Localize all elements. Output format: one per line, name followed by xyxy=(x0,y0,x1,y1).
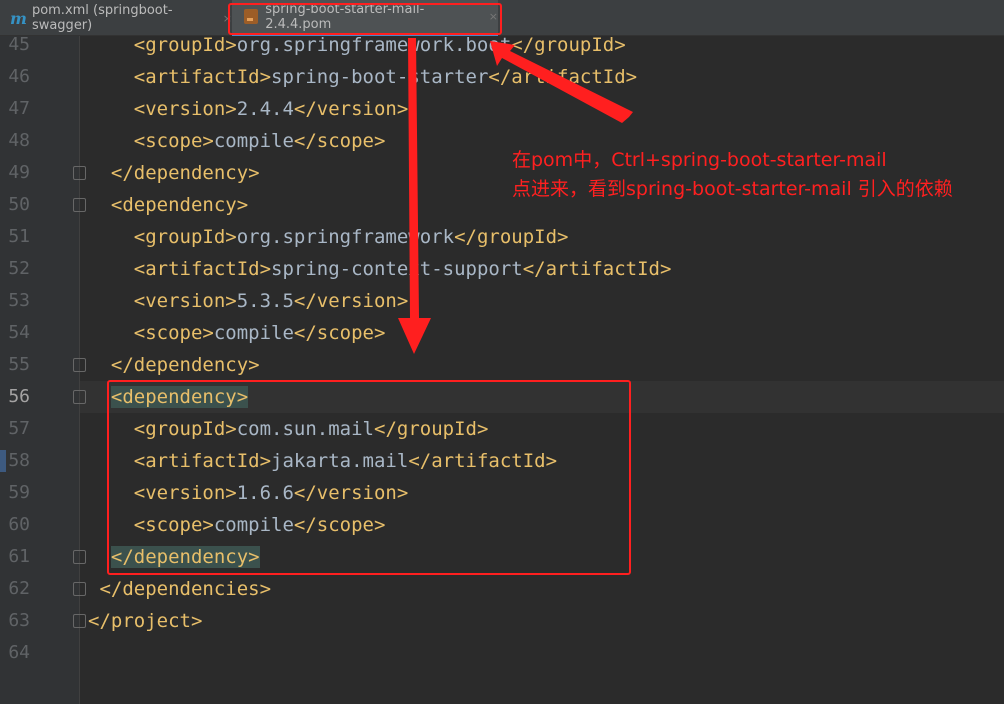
line-number: 51 xyxy=(8,226,30,247)
fold-marker-icon[interactable] xyxy=(73,198,86,212)
highlight-box-tab xyxy=(228,3,502,35)
xml-text xyxy=(88,34,134,56)
xml-text: compile xyxy=(213,322,294,344)
code-line[interactable]: 51 <groupId>org.springframework</groupId… xyxy=(0,221,1004,253)
line-number: 46 xyxy=(8,66,30,87)
xml-tag: <artifactId> xyxy=(133,258,272,280)
xml-tag: <scope> xyxy=(133,322,214,344)
xml-text: spring-context-support xyxy=(271,258,523,280)
xml-tag: <artifactId> xyxy=(133,66,272,88)
line-number: 47 xyxy=(8,98,30,119)
code-line[interactable]: 52 <artifactId>spring-context-support</a… xyxy=(0,253,1004,285)
line-number: 49 xyxy=(8,162,30,183)
xml-tag: </version> xyxy=(293,290,409,312)
xml-tag: </version> xyxy=(293,98,409,120)
xml-tag: </dependencies> xyxy=(99,578,272,600)
fold-marker-icon[interactable] xyxy=(73,358,86,372)
code-text: </dependency> xyxy=(88,349,260,381)
code-text: <scope>compile</scope> xyxy=(88,317,386,349)
xml-text: org.springframework.boot xyxy=(236,34,512,56)
xml-tag: <scope> xyxy=(133,130,214,152)
xml-tag: </dependency> xyxy=(110,354,260,376)
line-number: 62 xyxy=(8,578,30,599)
xml-text xyxy=(88,162,111,184)
highlight-box-dependency xyxy=(107,380,631,575)
code-text: </dependency> xyxy=(88,157,260,189)
fold-marker-icon[interactable] xyxy=(73,166,86,180)
code-text: </project> xyxy=(88,605,202,637)
code-line[interactable]: 46 <artifactId>spring-boot-starter</arti… xyxy=(0,61,1004,93)
code-text: <dependency> xyxy=(88,189,248,221)
xml-tag: <version> xyxy=(133,98,237,120)
fold-marker-icon[interactable] xyxy=(73,390,86,404)
line-number: 45 xyxy=(8,34,30,55)
xml-text xyxy=(88,578,99,600)
fold-marker-icon[interactable] xyxy=(73,614,86,628)
xml-tag: <version> xyxy=(133,290,237,312)
line-number: 60 xyxy=(8,514,30,535)
line-number: 57 xyxy=(8,418,30,439)
line-number: 55 xyxy=(8,354,30,375)
line-number: 50 xyxy=(8,194,30,215)
code-text: <artifactId>spring-boot-starter</artifac… xyxy=(88,61,637,93)
line-number: 54 xyxy=(8,322,30,343)
line-number: 58 xyxy=(8,450,30,471)
fold-marker-icon[interactable] xyxy=(73,582,86,596)
code-line[interactable]: 63 </project> xyxy=(0,605,1004,637)
line-number: 61 xyxy=(8,546,30,567)
xml-text: 2.4.4 xyxy=(236,98,294,120)
line-number: 59 xyxy=(8,482,30,503)
annotation-note: 在pom中，Ctrl+spring-boot-starter-mail 点进来，… xyxy=(512,146,953,204)
code-line[interactable]: 47 <version>2.4.4</version> xyxy=(0,93,1004,125)
code-line[interactable]: 62 </dependencies> xyxy=(0,573,1004,605)
xml-text: org.springframework xyxy=(236,226,455,248)
xml-text: 5.3.5 xyxy=(236,290,294,312)
code-line[interactable]: 53 <version>5.3.5</version> xyxy=(0,285,1004,317)
xml-text xyxy=(88,258,134,280)
xml-text xyxy=(88,322,134,344)
xml-text xyxy=(88,354,111,376)
xml-tag: </scope> xyxy=(293,130,386,152)
code-text: <scope>compile</scope> xyxy=(88,125,386,157)
code-text: <version>2.4.4</version> xyxy=(88,93,409,125)
code-text: </dependencies> xyxy=(88,573,271,605)
xml-text: spring-boot-starter xyxy=(271,66,489,88)
line-number: 63 xyxy=(8,610,30,631)
xml-text: compile xyxy=(213,130,294,152)
xml-tag: <groupId> xyxy=(133,34,237,56)
annotation-line-1: 在pom中，Ctrl+spring-boot-starter-mail xyxy=(512,149,887,171)
code-text: <artifactId>spring-context-support</arti… xyxy=(88,253,672,285)
xml-text xyxy=(88,290,134,312)
line-number: 53 xyxy=(8,290,30,311)
xml-tag: </artifactId> xyxy=(488,66,638,88)
xml-tag: </project> xyxy=(88,610,203,632)
xml-text xyxy=(88,130,134,152)
line-number: 64 xyxy=(8,642,30,663)
xml-tag: <dependency> xyxy=(110,194,249,216)
xml-text xyxy=(88,194,111,216)
maven-icon: m xyxy=(10,8,27,28)
fold-marker-icon[interactable] xyxy=(73,550,86,564)
line-number: 48 xyxy=(8,130,30,151)
line-number: 56 xyxy=(8,386,30,407)
xml-text xyxy=(88,226,134,248)
xml-tag: </artifactId> xyxy=(522,258,672,280)
code-line[interactable]: 64 xyxy=(0,637,1004,669)
annotation-line-2: 点进来，看到spring-boot-starter-mail 引入的依赖 xyxy=(512,178,953,200)
xml-tag: </groupId> xyxy=(454,226,569,248)
code-text: <groupId>org.springframework</groupId> xyxy=(88,221,569,253)
code-line[interactable]: 55 </dependency> xyxy=(0,349,1004,381)
xml-text xyxy=(88,98,134,120)
code-text: <version>5.3.5</version> xyxy=(88,285,409,317)
xml-tag: </groupId> xyxy=(511,34,626,56)
xml-tag: </dependency> xyxy=(110,162,260,184)
line-number: 52 xyxy=(8,258,30,279)
xml-tag: </scope> xyxy=(293,322,386,344)
xml-tag: <groupId> xyxy=(133,226,237,248)
code-line[interactable]: 54 <scope>compile</scope> xyxy=(0,317,1004,349)
xml-text xyxy=(88,66,134,88)
code-line[interactable]: 45 <groupId>org.springframework.boot</gr… xyxy=(0,29,1004,61)
